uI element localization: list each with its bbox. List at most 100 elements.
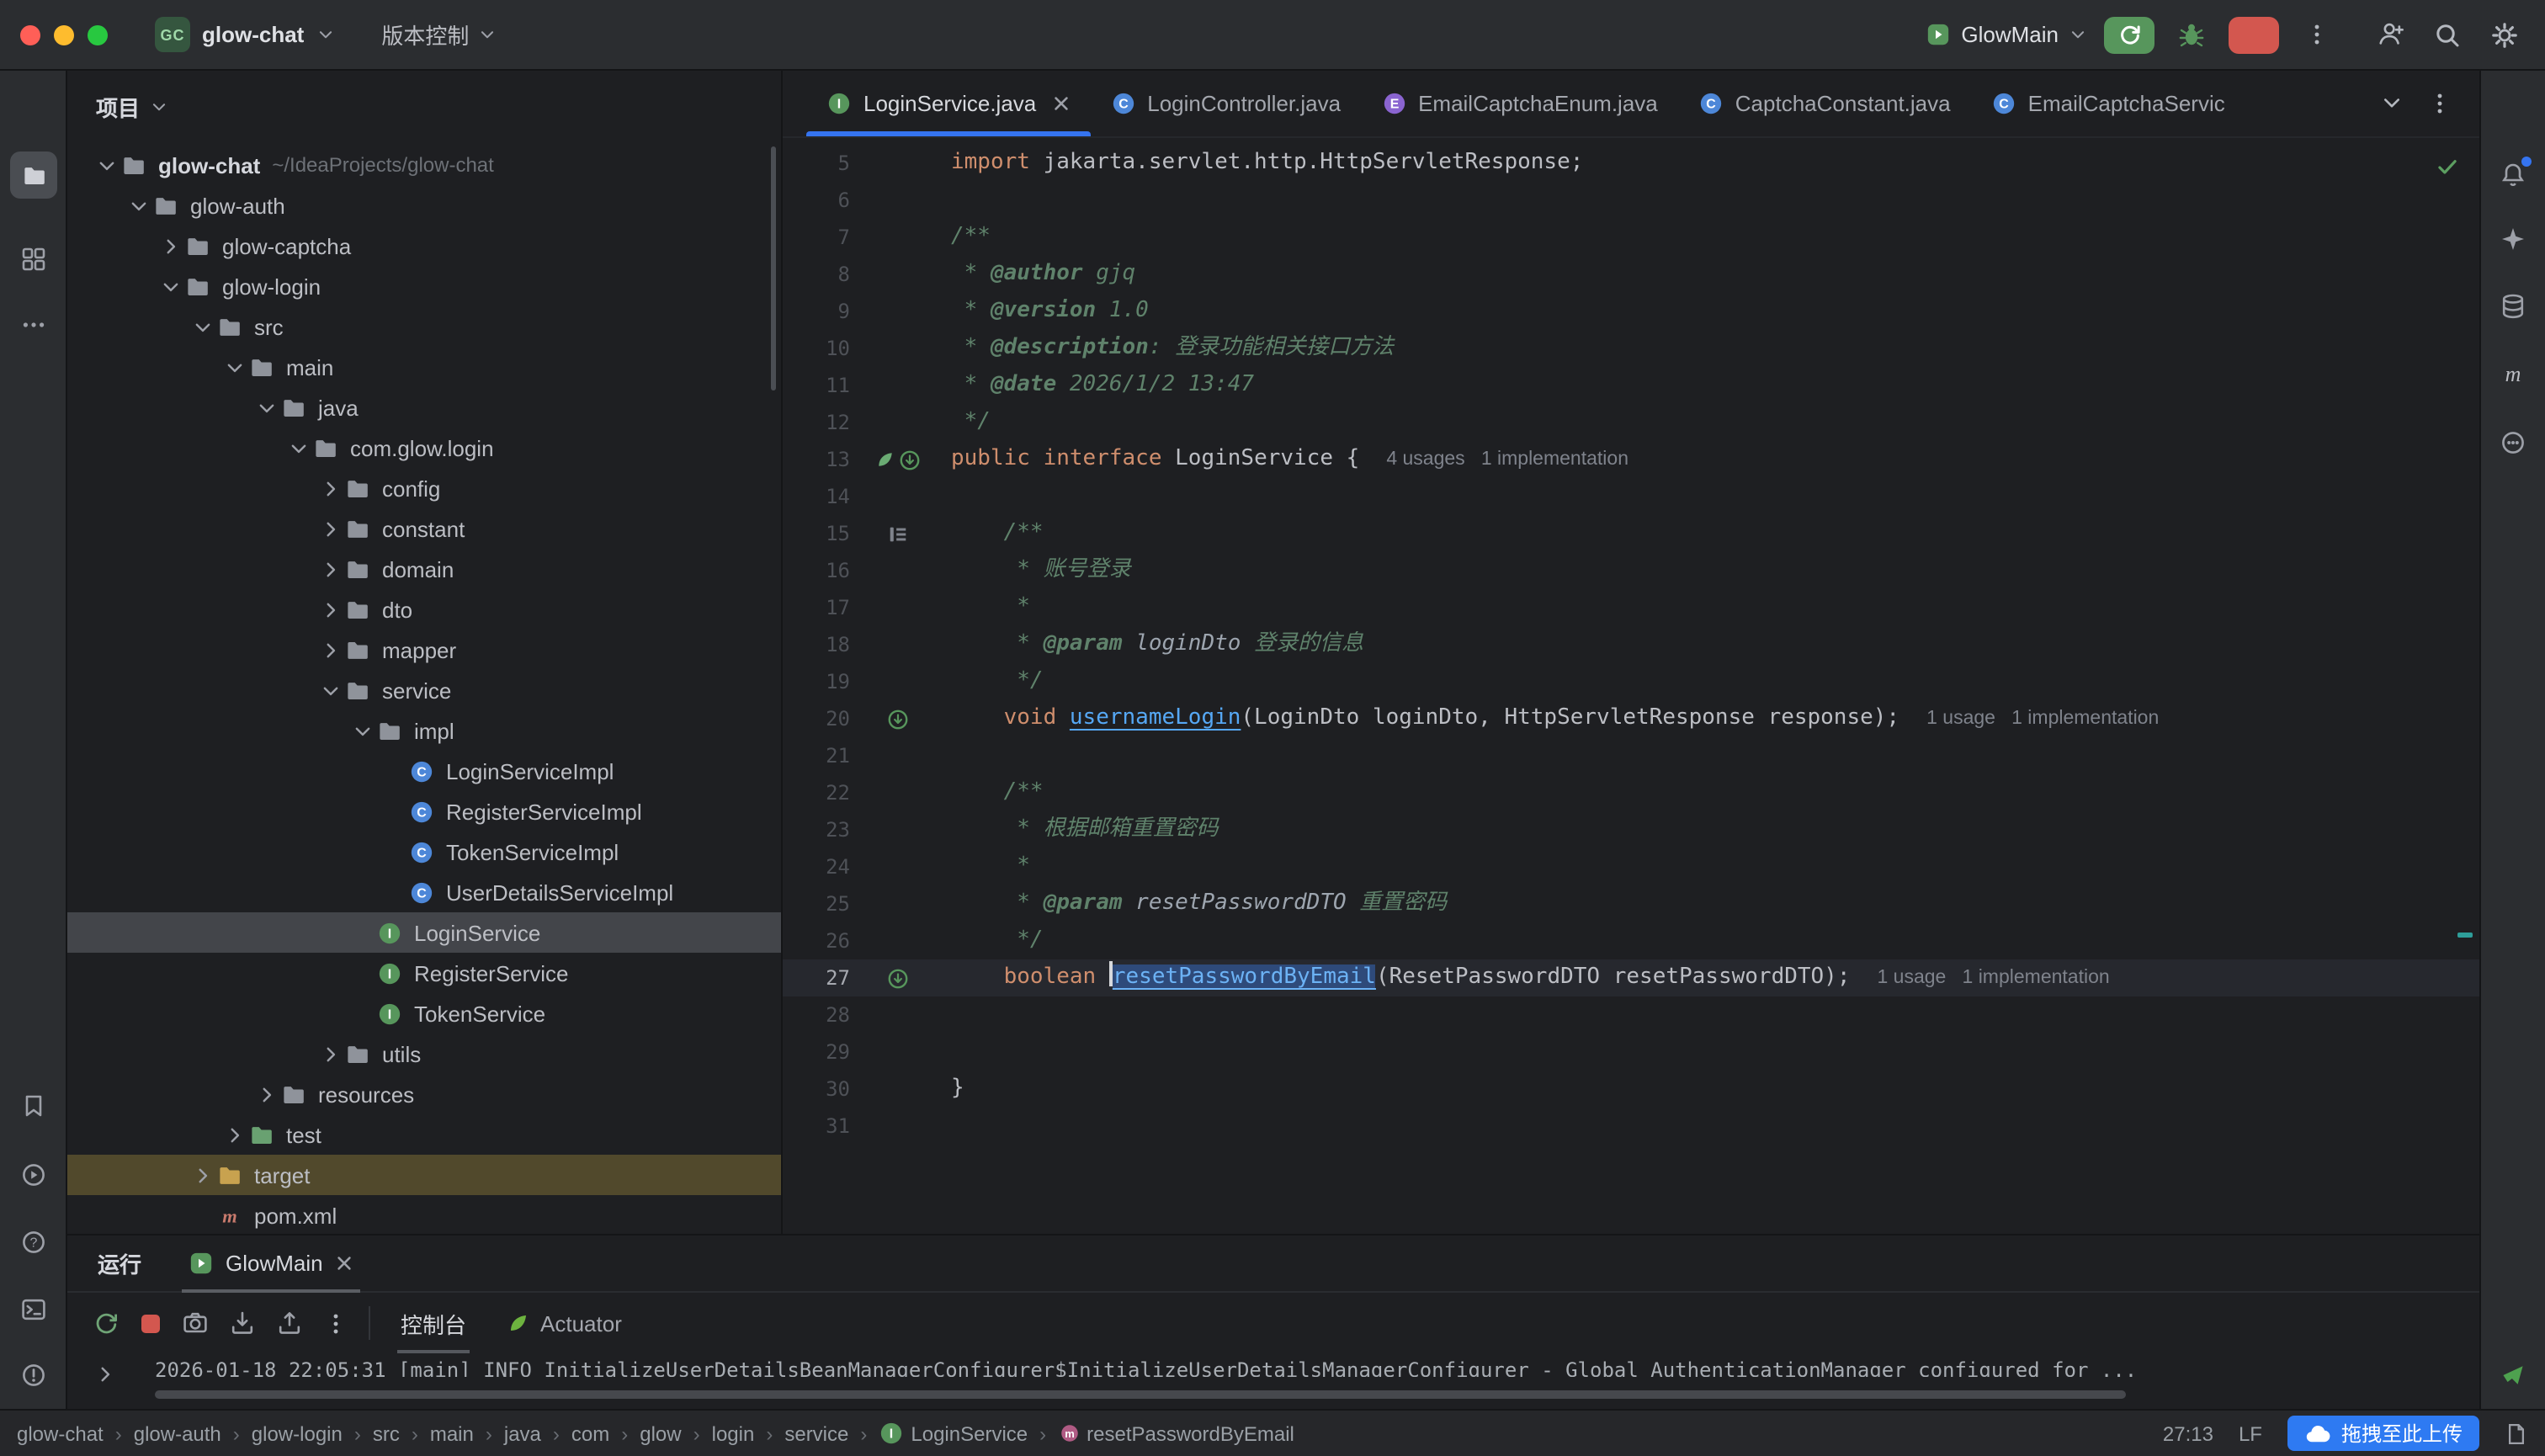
- breadcrumb-item-glow-login[interactable]: glow-login: [252, 1421, 343, 1445]
- maven-tool[interactable]: m: [2489, 350, 2537, 397]
- chevron-collapsed-icon[interactable]: [254, 1083, 279, 1105]
- doc-render-icon[interactable]: [886, 523, 908, 545]
- chevron-expanded-icon[interactable]: [94, 154, 120, 176]
- close-window-button[interactable]: [20, 24, 40, 45]
- breadcrumb-item-java[interactable]: java: [504, 1421, 541, 1445]
- chevron-expanded-icon[interactable]: [350, 720, 375, 741]
- line-ending[interactable]: LF: [2239, 1421, 2262, 1445]
- code-line-31[interactable]: 31: [783, 1108, 2479, 1145]
- tree-item-service[interactable]: service: [67, 670, 781, 710]
- minimize-window-button[interactable]: [54, 24, 74, 45]
- more-tools[interactable]: [10, 301, 57, 348]
- breadcrumb-item-service[interactable]: service: [784, 1421, 848, 1445]
- chevron-collapsed-icon[interactable]: [318, 518, 343, 539]
- code-line-19[interactable]: 19 */: [783, 663, 2479, 700]
- code-line-15[interactable]: 15 /**: [783, 515, 2479, 552]
- more-menu[interactable]: [2296, 14, 2336, 55]
- run-tab-glowmain[interactable]: GlowMain: [182, 1235, 360, 1291]
- tab-list-chevron-icon[interactable]: [2379, 91, 2403, 114]
- tree-item-impl[interactable]: impl: [67, 710, 781, 751]
- modules-tool[interactable]: [10, 236, 57, 283]
- code-line-24[interactable]: 24 *: [783, 848, 2479, 885]
- close-icon[interactable]: [335, 1254, 353, 1273]
- console-horizontal-scrollbar[interactable]: [155, 1390, 2126, 1399]
- code-line-12[interactable]: 12 */: [783, 404, 2479, 441]
- code-line-13[interactable]: 13public interface LoginService {4 usage…: [783, 441, 2479, 478]
- chevron-collapsed-icon[interactable]: [222, 1124, 247, 1145]
- settings-button[interactable]: [2484, 14, 2525, 55]
- stop-icon[interactable]: [140, 1312, 162, 1334]
- usages-hint[interactable]: 4 usages 1 implementation: [1386, 449, 1628, 470]
- breadcrumb-item-glow-chat[interactable]: glow-chat: [17, 1421, 104, 1445]
- upload-drop-button[interactable]: 拖拽至此上传: [2287, 1416, 2479, 1451]
- tree-item-main[interactable]: main: [67, 347, 781, 387]
- chevron-collapsed-icon[interactable]: [318, 558, 343, 580]
- rerun-icon[interactable]: [93, 1310, 120, 1336]
- code-line-23[interactable]: 23 * 根据邮箱重置密码: [783, 811, 2479, 848]
- tab-logincontroller-java[interactable]: CLoginController.java: [1090, 71, 1361, 136]
- code-line-28[interactable]: 28: [783, 996, 2479, 1034]
- tree-item-resources[interactable]: resources: [67, 1074, 781, 1114]
- tree-item-glow-auth[interactable]: glow-auth: [67, 185, 781, 226]
- tree-item-config[interactable]: config: [67, 468, 781, 508]
- chevron-collapsed-icon[interactable]: [318, 1043, 343, 1065]
- implemented-icon[interactable]: [886, 708, 908, 730]
- tree-item-registerserviceimpl[interactable]: CRegisterServiceImpl: [67, 791, 781, 832]
- tree-item-glow-login[interactable]: glow-login: [67, 266, 781, 306]
- toolbar-more-icon[interactable]: [323, 1310, 348, 1336]
- console-tab-控制台[interactable]: 控制台: [391, 1293, 476, 1353]
- tab-emailcaptchaservic[interactable]: CEmailCaptchaServic: [1971, 71, 2245, 136]
- camera-icon[interactable]: [182, 1310, 209, 1336]
- tab-captchaconstant-java[interactable]: CCaptchaConstant.java: [1678, 71, 1971, 136]
- code-line-11[interactable]: 11 * @date 2026/1/2 13:47: [783, 367, 2479, 404]
- tree-item-pom-xml[interactable]: mpom.xml: [67, 1195, 781, 1234]
- project-widget[interactable]: GC glow-chat: [145, 12, 344, 57]
- tree-item-java[interactable]: java: [67, 387, 781, 428]
- tree-item-constant[interactable]: constant: [67, 508, 781, 549]
- tree-item-tokenservice[interactable]: ITokenService: [67, 993, 781, 1034]
- rerun-button[interactable]: [2104, 16, 2154, 53]
- tree-item-domain[interactable]: domain: [67, 549, 781, 589]
- spring-bean-icon[interactable]: [874, 449, 895, 470]
- chevron-collapsed-icon[interactable]: [318, 598, 343, 620]
- stop-button[interactable]: [2229, 16, 2279, 53]
- usages-hint[interactable]: 1 usage 1 implementation: [1878, 968, 2110, 988]
- search-button[interactable]: [2427, 14, 2468, 55]
- chevron-collapsed-icon[interactable]: [318, 639, 343, 661]
- notifications[interactable]: [2489, 151, 2537, 199]
- import-icon[interactable]: [229, 1310, 256, 1336]
- project-scrollbar[interactable]: [771, 146, 776, 391]
- code-area[interactable]: 5import jakarta.servlet.http.HttpServlet…: [783, 138, 2479, 1234]
- chevron-expanded-icon[interactable]: [254, 396, 279, 418]
- code-line-25[interactable]: 25 * @param resetPasswordDTO 重置密码: [783, 885, 2479, 922]
- code-line-8[interactable]: 8 * @author gjq: [783, 256, 2479, 293]
- chevron-expanded-icon[interactable]: [126, 194, 151, 216]
- breadcrumb-item-com[interactable]: com: [571, 1421, 609, 1445]
- terminal-tool[interactable]: [10, 1286, 57, 1333]
- chevron-expanded-icon[interactable]: [158, 275, 183, 297]
- help-tool[interactable]: ?: [10, 1219, 57, 1266]
- code-line-30[interactable]: 30}: [783, 1071, 2479, 1108]
- code-line-18[interactable]: 18 * @param loginDto 登录的信息: [783, 626, 2479, 663]
- tree-item-glow-captcha[interactable]: glow-captcha: [67, 226, 781, 266]
- debug-button[interactable]: [2171, 14, 2212, 55]
- tree-item-userdetailsserviceimpl[interactable]: CUserDetailsServiceImpl: [67, 872, 781, 912]
- bookmarks-tool[interactable]: [10, 1082, 57, 1129]
- close-icon[interactable]: [1051, 94, 1070, 113]
- tab-emailcaptchaenum-java[interactable]: EEmailCaptchaEnum.java: [1361, 71, 1678, 136]
- tree-item-dto[interactable]: dto: [67, 589, 781, 630]
- chevron-expanded-icon[interactable]: [286, 437, 311, 459]
- tab-options-icon[interactable]: [2426, 90, 2452, 115]
- dependencies-tool[interactable]: [2489, 419, 2537, 466]
- add-user-button[interactable]: [2370, 14, 2410, 55]
- chevron-expanded-icon[interactable]: [190, 316, 215, 337]
- code-line-9[interactable]: 9 * @version 1.0: [783, 293, 2479, 330]
- code-line-16[interactable]: 16 * 账号登录: [783, 552, 2479, 589]
- code-line-22[interactable]: 22 /**: [783, 774, 2479, 811]
- breadcrumb-item-loginservice[interactable]: ILoginService: [879, 1421, 1028, 1446]
- chevron-collapsed-icon[interactable]: [158, 235, 183, 257]
- code-line-21[interactable]: 21: [783, 737, 2479, 774]
- breadcrumb-item-glow[interactable]: glow: [640, 1421, 681, 1445]
- breadcrumb-item-main[interactable]: main: [430, 1421, 474, 1445]
- tree-item-utils[interactable]: utils: [67, 1034, 781, 1074]
